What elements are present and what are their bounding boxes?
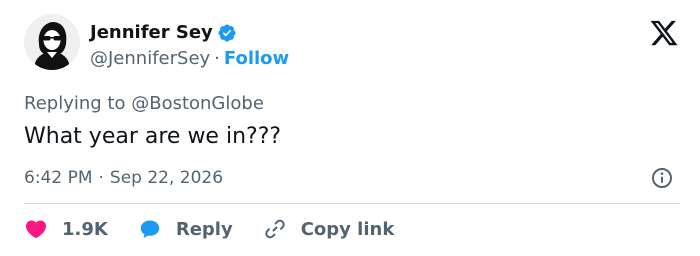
action-bar: 1.9K Reply Copy link — [24, 214, 424, 244]
tweet-date: Sep 22, 2026 — [109, 168, 224, 188]
timestamp-separator: · — [98, 168, 104, 188]
x-logo-icon[interactable] — [648, 18, 680, 48]
author-handle-row: @JenniferSey · Follow — [90, 48, 289, 70]
reply-mention-link[interactable]: @BostonGlobe — [131, 93, 264, 114]
heart-icon — [25, 220, 47, 239]
speech-bubble-icon — [140, 220, 160, 238]
like-button[interactable]: 1.9K — [24, 217, 108, 241]
reply-button[interactable]: Reply — [138, 217, 233, 241]
author-name[interactable]: Jennifer Sey — [90, 22, 213, 44]
tweet-header: Jennifer Sey @JenniferSey · Follow — [24, 14, 680, 78]
follow-button[interactable]: Follow — [224, 48, 289, 70]
avatar[interactable] — [24, 14, 80, 70]
author-handle[interactable]: @JenniferSey — [90, 48, 210, 70]
verified-badge-icon — [217, 23, 237, 43]
reply-label: Reply — [175, 218, 233, 240]
tweet-text: What year are we in??? — [24, 124, 282, 149]
reply-context: Replying to @BostonGlobe — [24, 92, 264, 116]
tweet-time: 6:42 PM — [24, 168, 93, 188]
tweet-timestamp[interactable]: 6:42 PM · Sep 22, 2026 — [24, 166, 223, 190]
divider — [24, 203, 680, 204]
reply-context-prefix: Replying to — [24, 93, 126, 114]
author-name-row: Jennifer Sey — [90, 22, 237, 44]
info-icon[interactable] — [650, 166, 674, 190]
copy-link-label: Copy link — [300, 218, 395, 240]
copy-link-button[interactable]: Copy link — [263, 217, 395, 241]
link-icon — [265, 219, 285, 239]
like-count: 1.9K — [62, 218, 108, 240]
handle-separator: · — [214, 48, 220, 69]
avatar-image — [24, 14, 80, 70]
